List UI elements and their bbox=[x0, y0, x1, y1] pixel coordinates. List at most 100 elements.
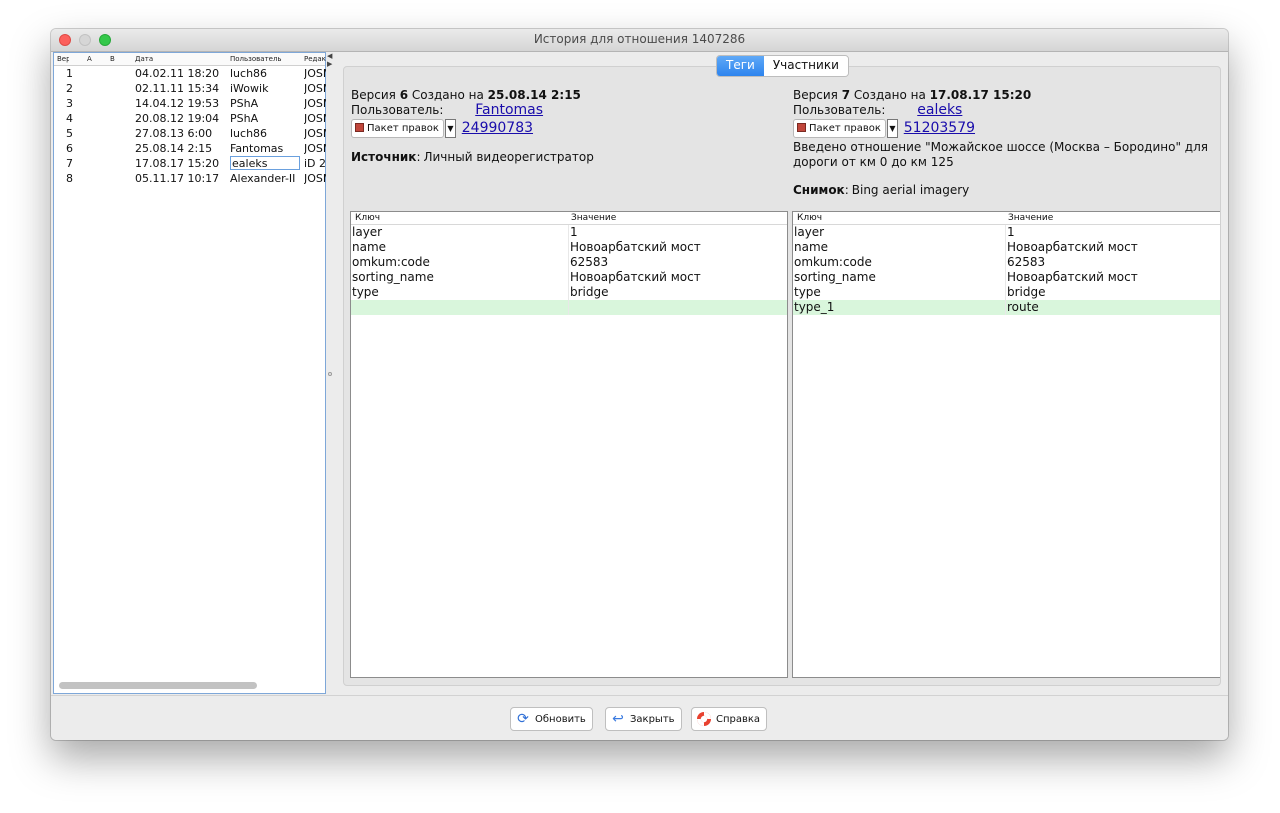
version-b-changeset-dropdown[interactable]: ▼ bbox=[886, 119, 898, 138]
lifebuoy-icon bbox=[696, 711, 712, 727]
value-column-header[interactable]: Значение bbox=[1008, 213, 1053, 223]
tag-row[interactable]: type bridge bbox=[351, 285, 787, 300]
collapse-left-arrow-icon[interactable]: ◀ bbox=[327, 52, 332, 60]
version-a-number: 6 bbox=[399, 88, 409, 102]
history-row-editor: JOSM bbox=[304, 82, 326, 95]
history-row-user: Alexander-II bbox=[230, 172, 296, 185]
tags-panel: Версия 6 Создано на 25.08.14 2:15 Пользо… bbox=[343, 66, 1221, 686]
version-b-changeset-button[interactable]: Пакет правок bbox=[793, 119, 886, 138]
version-word: Версия bbox=[351, 88, 396, 102]
tag-row[interactable] bbox=[351, 300, 787, 315]
help-button[interactable]: Справка bbox=[691, 707, 768, 731]
history-row-user: PShA bbox=[230, 112, 259, 125]
history-row-version: 5 bbox=[66, 127, 73, 140]
version-a-source: Личный видеорегистратор bbox=[423, 150, 594, 164]
history-window: История для отношения 1407286 Вер. A B Д… bbox=[51, 29, 1228, 740]
tag-key: layer bbox=[794, 225, 825, 239]
tab-tags[interactable]: Теги bbox=[717, 56, 764, 76]
tag-row[interactable]: type bridge bbox=[793, 285, 1220, 300]
column-separator bbox=[1005, 240, 1006, 255]
history-row[interactable]: 8 05.11.17 10:17 Alexander-II JOSM bbox=[54, 171, 326, 186]
history-row[interactable]: 6 25.08.14 2:15 Fantomas JOSM bbox=[54, 141, 326, 156]
version-b-imagery: Bing aerial imagery bbox=[851, 183, 970, 197]
tag-value: 1 bbox=[1007, 225, 1015, 239]
version-b-changeset-row: Пакет правок ▼ 51203579 bbox=[793, 119, 1213, 138]
version-a-user-row: Пользователь: Fantomas bbox=[351, 103, 771, 118]
history-row-user: PShA bbox=[230, 97, 259, 110]
key-column-header[interactable]: Ключ bbox=[797, 213, 822, 223]
history-row[interactable]: 2 02.11.11 15:34 iWowik JOSM bbox=[54, 81, 326, 96]
column-header-version[interactable]: Вер. bbox=[57, 55, 69, 63]
user-label: Пользователь: bbox=[351, 103, 444, 117]
history-row-version: 4 bbox=[66, 112, 73, 125]
tag-row[interactable]: name Новоарбатский мост bbox=[351, 240, 787, 255]
column-header-date[interactable]: Дата bbox=[135, 55, 227, 63]
column-separator bbox=[568, 240, 569, 255]
history-table: Вер. A B Дата Пользователь Редак 1 04.02.… bbox=[53, 52, 326, 694]
version-a-changeset-dropdown[interactable]: ▼ bbox=[444, 119, 456, 138]
history-row-version: 3 bbox=[66, 97, 73, 110]
history-row[interactable]: 3 14.04.12 19:53 PShA JOSM bbox=[54, 96, 326, 111]
close-button[interactable]: ↩ Закрыть bbox=[605, 707, 682, 731]
tag-row[interactable]: layer 1 bbox=[793, 225, 1220, 240]
history-row-version: 2 bbox=[66, 82, 73, 95]
version-b-comment-line1: Введено отношение "Можайское шоссе (Моск… bbox=[793, 140, 1208, 154]
tag-value: Новоарбатский мост bbox=[1007, 240, 1138, 254]
changeset-icon bbox=[797, 123, 806, 132]
tag-row[interactable]: omkum:code 62583 bbox=[793, 255, 1220, 270]
history-horizontal-scrollbar[interactable] bbox=[59, 682, 257, 689]
column-separator bbox=[1005, 285, 1006, 300]
history-row-user: luch86 bbox=[230, 127, 268, 140]
column-separator bbox=[1005, 300, 1006, 315]
expand-right-arrow-icon[interactable]: ▶ bbox=[327, 60, 332, 68]
history-row-date: 14.04.12 19:53 bbox=[135, 97, 220, 110]
history-row-editor: JOSM bbox=[304, 112, 326, 125]
column-header-user[interactable]: Пользователь bbox=[230, 55, 300, 63]
history-row-date: 25.08.14 2:15 bbox=[135, 142, 213, 155]
history-row-date: 20.08.12 19:04 bbox=[135, 112, 220, 125]
column-header-a[interactable]: A bbox=[87, 55, 103, 63]
tag-row[interactable]: sorting_name Новоарбатский мост bbox=[351, 270, 787, 285]
version-b-user-row: Пользователь: ealeks bbox=[793, 103, 1213, 118]
tag-row[interactable]: sorting_name Новоарбатский мост bbox=[793, 270, 1220, 285]
column-header-editor[interactable]: Редак bbox=[304, 55, 326, 63]
tag-row[interactable]: layer 1 bbox=[351, 225, 787, 240]
version-b-tag-table: Ключ Значение layer 1 name Новоарбатский мо… bbox=[792, 211, 1220, 678]
value-column-header[interactable]: Значение bbox=[571, 213, 616, 223]
history-row[interactable]: 7 17.08.17 15:20 ealeks iD 2 bbox=[54, 156, 326, 171]
history-row-editor: iD 2 bbox=[304, 157, 326, 170]
column-separator bbox=[568, 300, 569, 315]
splitter-handle-icon bbox=[328, 372, 332, 376]
history-row-user: Fantomas bbox=[230, 142, 284, 155]
refresh-button[interactable]: ⟳ Обновить bbox=[510, 707, 593, 731]
version-a-changeset-link[interactable]: 24990783 bbox=[462, 120, 533, 136]
column-header-b[interactable]: B bbox=[110, 55, 126, 63]
version-b-changeset-link[interactable]: 51203579 bbox=[904, 120, 975, 136]
tag-row[interactable]: type_1 route bbox=[793, 300, 1220, 315]
version-b-info: Версия 7 Создано на 17.08.17 15:20 Польз… bbox=[793, 88, 1213, 198]
version-b-user-link[interactable]: ealeks bbox=[917, 102, 962, 118]
tag-value: bridge bbox=[570, 285, 609, 299]
version-a-info: Версия 6 Создано на 25.08.14 2:15 Пользо… bbox=[351, 88, 771, 165]
history-row[interactable]: 4 20.08.12 19:04 PShA JOSM bbox=[54, 111, 326, 126]
tag-row[interactable]: omkum:code 62583 bbox=[351, 255, 787, 270]
version-a-changeset-button[interactable]: Пакет правок bbox=[351, 119, 444, 138]
key-column-header[interactable]: Ключ bbox=[355, 213, 380, 223]
tag-value: bridge bbox=[1007, 285, 1046, 299]
version-b-comment-line2: дороги от км 0 до км 125 bbox=[793, 155, 954, 169]
history-row[interactable]: 1 04.02.11 18:20 luch86 JOSM bbox=[54, 66, 326, 81]
changeset-label: Пакет правок bbox=[367, 123, 439, 134]
tag-value: 62583 bbox=[1007, 255, 1046, 269]
column-separator bbox=[568, 225, 569, 240]
window-title: История для отношения 1407286 bbox=[533, 32, 746, 46]
panel-splitter[interactable]: ◀ ▶ bbox=[326, 52, 334, 694]
tag-value: Новоарбатский мост bbox=[570, 270, 701, 284]
tab-members[interactable]: Участники bbox=[763, 56, 848, 76]
tag-key: type bbox=[352, 285, 379, 299]
version-a-user-link[interactable]: Fantomas bbox=[475, 102, 543, 118]
tag-row[interactable]: name Новоарбатский мост bbox=[793, 240, 1220, 255]
created-word: Создано на bbox=[853, 88, 926, 102]
history-row-editor: JOSM bbox=[304, 127, 326, 140]
version-b-number: 7 bbox=[841, 88, 851, 102]
history-row[interactable]: 5 27.08.13 6:00 luch86 JOSM bbox=[54, 126, 326, 141]
